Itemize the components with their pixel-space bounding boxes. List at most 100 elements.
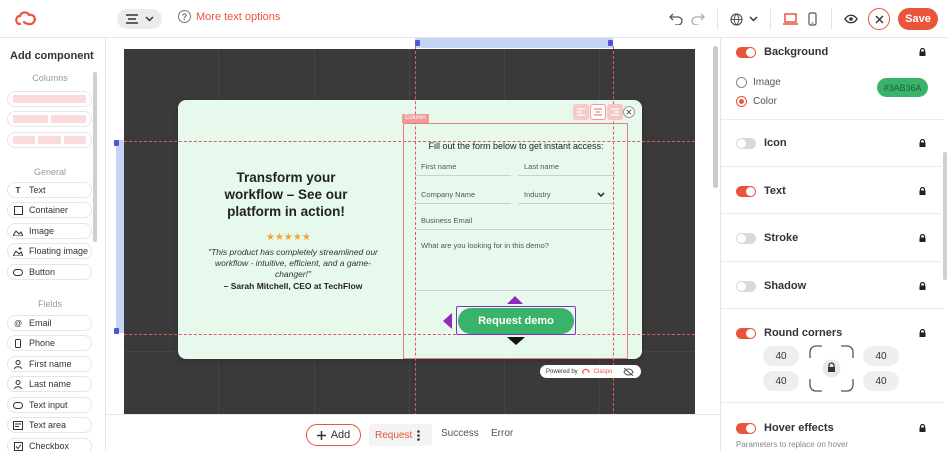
popup-close-icon[interactable]: ✕ xyxy=(623,106,635,118)
shadow-toggle[interactable] xyxy=(736,280,756,292)
mobile-icon xyxy=(807,12,817,26)
field-first-name[interactable]: First name xyxy=(7,356,92,372)
component-text[interactable]: T Text xyxy=(7,182,92,198)
undo-button[interactable] xyxy=(665,8,687,30)
more-text-options-link[interactable]: ? More text options xyxy=(178,10,280,23)
resize-handle[interactable] xyxy=(114,328,119,334)
move-up-arrow-icon[interactable] xyxy=(507,296,523,304)
top-toolbar: ? More text options Save xyxy=(0,0,948,38)
divider xyxy=(721,402,944,403)
left-padding-guide[interactable] xyxy=(116,140,124,333)
shadow-row: Shadow xyxy=(736,280,806,292)
testimonial-author[interactable]: – Sarah Mitchell, CEO at TechFlow xyxy=(206,281,380,291)
background-row: Background xyxy=(736,46,828,58)
panel-scrollbar[interactable] xyxy=(93,72,97,242)
align-left-button[interactable] xyxy=(573,104,589,120)
text-icon: T xyxy=(15,185,21,195)
chevron-down-icon xyxy=(145,16,154,22)
business-email-field[interactable]: Business Email xyxy=(415,212,615,230)
divider xyxy=(717,8,718,30)
mobile-view-button[interactable] xyxy=(801,8,823,30)
lock-icon[interactable] xyxy=(919,282,926,290)
claspo-logo-icon[interactable] xyxy=(14,9,38,29)
tab-error[interactable]: Error xyxy=(491,428,513,439)
resize-handle[interactable] xyxy=(114,140,119,146)
field-text-input[interactable]: Text input xyxy=(7,397,92,413)
powered-by-badge[interactable]: Powered by Claspo xyxy=(540,365,641,378)
field-phone[interactable]: Phone xyxy=(7,335,92,351)
one-column-layout[interactable] xyxy=(7,91,92,107)
brand-name: Claspo xyxy=(593,368,613,375)
three-column-layout[interactable] xyxy=(7,132,92,148)
field-text-area[interactable]: Text area xyxy=(7,417,92,433)
redo-button[interactable] xyxy=(687,8,709,30)
hover-effects-row: Hover effects xyxy=(736,422,834,434)
divider xyxy=(770,8,771,30)
demo-interest-textarea[interactable]: What are you looking for in this demo? xyxy=(415,233,615,291)
component-floating-image[interactable]: Floating image xyxy=(7,243,92,259)
lock-icon[interactable] xyxy=(919,424,926,432)
round-corners-toggle[interactable] xyxy=(736,327,756,339)
language-dropdown[interactable] xyxy=(726,8,762,30)
move-left-arrow-icon[interactable] xyxy=(443,313,452,329)
lock-icon[interactable] xyxy=(919,234,926,242)
icon-toggle[interactable] xyxy=(736,137,756,149)
add-component-panel: Add component Columns General T Text Cont… xyxy=(0,38,106,451)
desktop-view-button[interactable] xyxy=(779,8,801,30)
desktop-icon xyxy=(782,13,798,25)
lock-icon[interactable] xyxy=(919,48,926,56)
align-right-button[interactable] xyxy=(607,104,623,120)
industry-select[interactable]: Industry xyxy=(518,186,615,204)
eye-off-icon[interactable] xyxy=(623,367,634,376)
company-name-field[interactable]: Company Name xyxy=(415,186,511,204)
canvas-scrollbar[interactable] xyxy=(713,46,718,188)
component-image[interactable]: Image xyxy=(7,223,92,239)
component-container[interactable]: Container xyxy=(7,202,92,218)
popup-heading[interactable]: Transform your workflow – See our platfo… xyxy=(206,169,366,220)
rating-stars: ★★★★★ xyxy=(266,232,311,243)
corner-top-right-input[interactable]: 40 xyxy=(863,346,899,366)
first-name-field[interactable]: First name xyxy=(415,158,511,176)
field-last-name[interactable]: Last name xyxy=(7,376,92,392)
general-section-label: General xyxy=(33,167,67,177)
text-toggle[interactable] xyxy=(736,185,756,197)
lock-icon[interactable] xyxy=(919,187,926,195)
text-align-dropdown[interactable] xyxy=(117,9,162,29)
text-area-icon xyxy=(13,420,23,430)
background-toggle[interactable] xyxy=(736,46,756,58)
move-down-arrow-icon[interactable] xyxy=(507,337,525,345)
testimonial-quote[interactable]: "This product has completely streamlined… xyxy=(206,247,380,280)
component-button[interactable]: Button xyxy=(7,264,92,280)
tab-request[interactable]: Request xyxy=(369,424,432,446)
text-row: Text xyxy=(736,185,786,197)
corner-top-left-input[interactable]: 40 xyxy=(763,346,799,366)
hover-effects-toggle[interactable] xyxy=(736,422,756,434)
corner-bottom-left-input[interactable]: 40 xyxy=(763,371,799,391)
stroke-toggle[interactable] xyxy=(736,232,756,244)
preview-button[interactable] xyxy=(840,8,862,30)
corner-link-lock-icon[interactable] xyxy=(808,344,855,393)
image-radio[interactable]: Image xyxy=(736,77,781,88)
tab-success[interactable]: Success xyxy=(441,428,479,439)
selected-element-frame xyxy=(456,306,576,335)
user-icon xyxy=(13,359,23,369)
lock-icon[interactable] xyxy=(919,329,926,337)
kebab-menu-icon[interactable] xyxy=(417,429,421,441)
radio-unselected xyxy=(736,77,747,88)
align-left-icon xyxy=(577,108,585,116)
background-color-swatch[interactable]: #3AB36A xyxy=(877,78,928,97)
last-name-field[interactable]: Last name xyxy=(518,158,615,176)
image-icon xyxy=(13,226,23,236)
field-checkbox[interactable]: Checkbox xyxy=(7,438,92,451)
form-title[interactable]: Fill out the form below to get instant a… xyxy=(414,141,618,151)
color-radio[interactable]: Color xyxy=(736,96,777,107)
two-column-layout[interactable] xyxy=(7,111,92,127)
corner-bottom-right-input[interactable]: 40 xyxy=(863,371,899,391)
align-center-button[interactable] xyxy=(590,104,606,120)
close-editor-button[interactable] xyxy=(868,8,890,30)
lock-icon[interactable] xyxy=(919,139,926,147)
save-button[interactable]: Save xyxy=(898,8,938,30)
field-email[interactable]: @ Email xyxy=(7,315,92,331)
add-button[interactable]: Add xyxy=(306,424,361,446)
top-padding-guide[interactable] xyxy=(415,38,613,48)
